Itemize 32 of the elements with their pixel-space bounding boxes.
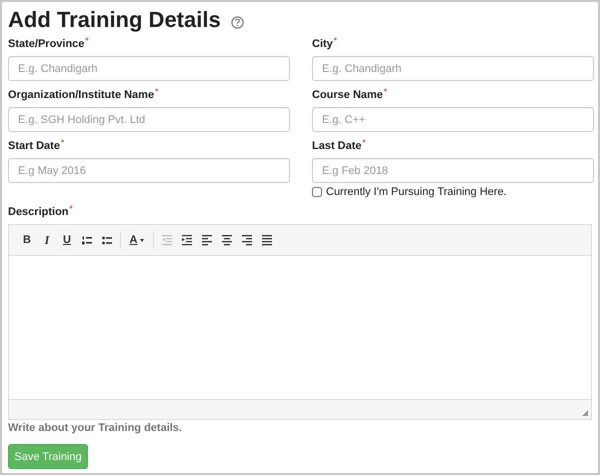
align-right-icon — [242, 234, 252, 246]
page-title: Add Training Details — [8, 7, 221, 33]
align-center-icon — [222, 234, 232, 246]
underline-button[interactable]: U — [57, 230, 77, 250]
input-field[interactable]: E.g. SGH Holding Pvt. Ltd — [8, 107, 290, 132]
italic-button[interactable]: I — [37, 230, 57, 250]
outdent-icon — [162, 234, 172, 246]
numbered-list-icon — [82, 234, 92, 246]
field-label: Start Date$^{*}$ — [8, 140, 66, 154]
help-text: Write about your Training details. — [8, 422, 183, 436]
bold-button[interactable]: B — [17, 230, 37, 250]
field-label: Description$^{*}$ — [8, 206, 74, 220]
field-label: Course Name$^{*}$ — [312, 89, 388, 103]
checkbox-label[interactable]: Currently I'm Pursuing Training Here. — [326, 186, 507, 198]
input-field[interactable]: E.g Feb 2018 — [312, 158, 594, 183]
text-editor[interactable]: B I U A — [8, 224, 592, 420]
input-field[interactable]: E.g May 2016 — [8, 158, 290, 183]
indent-icon — [182, 234, 192, 246]
field-label: State/Province$^{*}$ — [8, 38, 90, 52]
bullet-list-icon — [102, 234, 112, 246]
input-field[interactable]: E.g. C++ — [312, 107, 594, 132]
field-label: Organization/Institute Name$^{*}$ — [8, 89, 160, 103]
align-left-icon — [202, 234, 212, 246]
resize-handle-icon[interactable] — [582, 410, 588, 416]
input-field[interactable]: E.g. Chandigarh — [312, 56, 594, 81]
help-icon[interactable] — [230, 16, 244, 28]
pursuing-checkbox[interactable] — [312, 187, 322, 197]
input-field[interactable]: E.g. Chandigarh — [8, 56, 290, 81]
field-label: City$^{*}$ — [312, 38, 338, 52]
font-color-button[interactable]: A — [124, 230, 150, 250]
field-label: Last Date$^{*}$ — [312, 140, 367, 154]
justify-icon — [262, 234, 272, 246]
